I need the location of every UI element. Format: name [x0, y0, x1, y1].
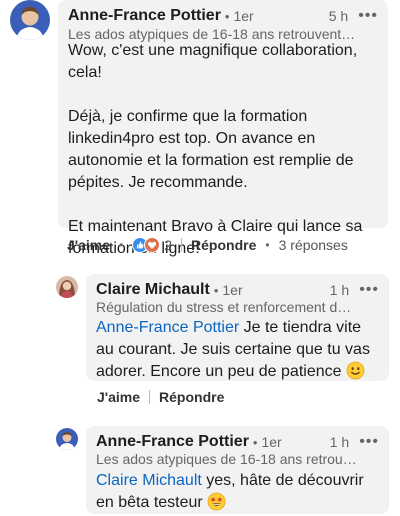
- comment-paragraph: Déjà, je confirme que la formation linke…: [68, 108, 354, 191]
- separator-dot: •: [119, 238, 124, 252]
- author-headline: Régulation du stress et renforcement d…: [96, 299, 352, 315]
- slightly-smiling-face-icon: [346, 361, 365, 380]
- avatar-anne-france[interactable]: [56, 428, 78, 450]
- action-divider: [181, 238, 183, 252]
- more-horizontal-icon[interactable]: •••: [358, 8, 378, 24]
- author-name[interactable]: Claire Michault: [96, 281, 210, 299]
- replies-count-link[interactable]: 3 réponses: [279, 237, 348, 253]
- mention-link[interactable]: Claire Michault: [96, 472, 202, 489]
- connection-degree: 1er: [261, 434, 282, 450]
- comment-timestamp: 5 h: [328, 8, 349, 24]
- more-horizontal-icon[interactable]: •••: [359, 434, 379, 450]
- avatar-claire[interactable]: [56, 276, 78, 298]
- like-button[interactable]: J'aime: [97, 389, 140, 405]
- reply-button[interactable]: Répondre: [191, 237, 256, 253]
- comment-text: Wow, c'est une magnifique collaboration,…: [68, 40, 382, 260]
- comment-paragraph: Wow, c'est une magnifique collaboration,…: [68, 42, 358, 81]
- star-struck-face-icon: [207, 492, 226, 511]
- connection-degree: 1er: [233, 8, 254, 24]
- avatar-claire-image: [56, 276, 78, 298]
- reaction-count: 2: [164, 237, 173, 253]
- separator-dot: •: [213, 282, 219, 298]
- avatar-anne-france[interactable]: [10, 0, 50, 40]
- comment-timestamp: 1 h: [329, 434, 350, 450]
- more-horizontal-icon[interactable]: •••: [359, 282, 379, 298]
- author-name[interactable]: Anne-France Pottier: [68, 7, 221, 25]
- author-headline: Les ados atypiques de 16-18 ans retrou…: [96, 451, 357, 467]
- reactions-summary[interactable]: 2: [132, 237, 172, 253]
- comment-text: Anne-France Pottier Je te tiendra vite a…: [96, 317, 383, 383]
- comment-bubble-3: Anne-France Pottier • 1er 1 h ••• Les ad…: [86, 426, 389, 514]
- comment-bubble-2: Claire Michault • 1er 1 h ••• Régulation…: [86, 274, 389, 381]
- separator-dot: •: [265, 238, 270, 252]
- comment-header: Anne-France Pottier • 1er 5 h •••: [68, 6, 378, 26]
- mention-link[interactable]: Anne-France Pottier: [96, 319, 239, 336]
- separator-dot: •: [252, 434, 258, 450]
- love-reaction-icon: [144, 237, 161, 253]
- separator-dot: •: [224, 8, 230, 24]
- comment-bubble-1: Anne-France Pottier • 1er 5 h ••• Les ad…: [58, 0, 388, 257]
- like-button[interactable]: J'aime: [67, 237, 110, 253]
- comment-header: Anne-France Pottier • 1er 1 h •••: [96, 432, 379, 452]
- avatar-anne-france-image: [10, 0, 50, 40]
- comment-actions: J'aime • 2 Répondre • 3 réponses: [67, 235, 348, 255]
- author-name[interactable]: Anne-France Pottier: [96, 433, 249, 451]
- action-divider: [149, 390, 151, 404]
- reply-actions: J'aime Répondre: [97, 388, 224, 406]
- connection-degree: 1er: [222, 282, 243, 298]
- avatar-anne-france-image: [56, 428, 78, 450]
- reply-button[interactable]: Répondre: [159, 389, 224, 405]
- comment-text: Claire Michault yes, hâte de découvrir e…: [96, 470, 383, 514]
- comment-header: Claire Michault • 1er 1 h •••: [96, 280, 379, 300]
- comment-timestamp: 1 h: [329, 282, 350, 298]
